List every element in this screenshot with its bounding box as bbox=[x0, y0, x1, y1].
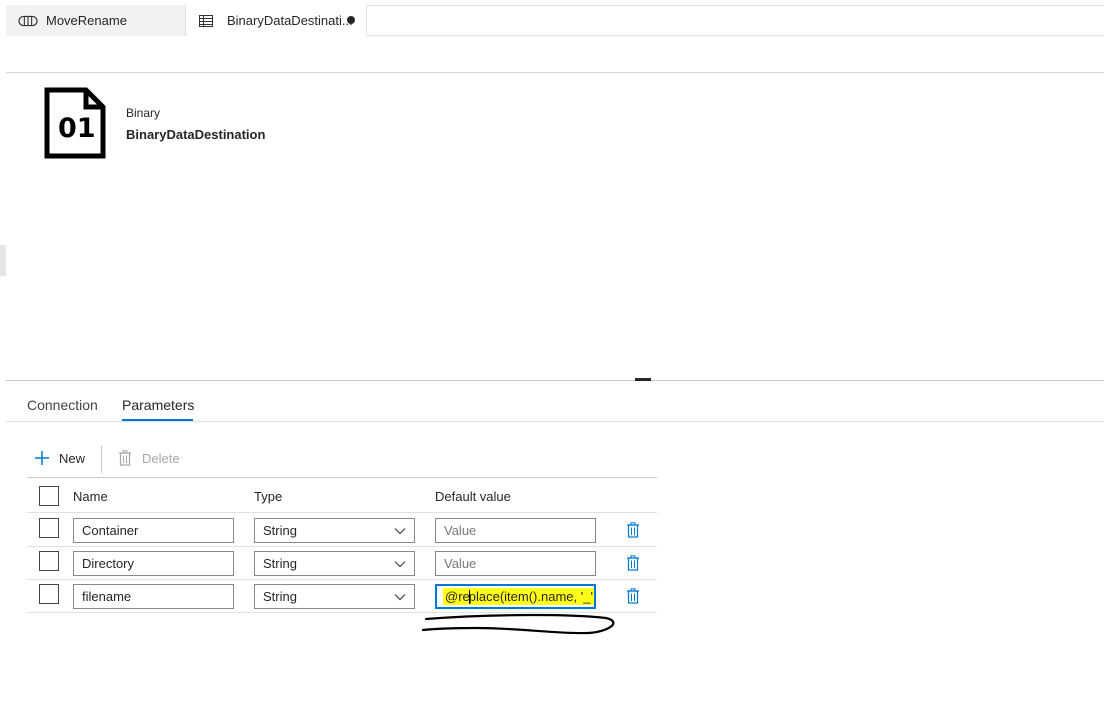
param-type-value: String bbox=[263, 523, 297, 538]
param-default-input-focused[interactable]: @replace(item().name, '_' bbox=[435, 584, 596, 609]
param-name-value: Directory bbox=[82, 556, 135, 571]
hand-drawn-underline bbox=[421, 613, 615, 635]
trash-icon bbox=[627, 555, 639, 571]
toolbar-divider bbox=[6, 72, 1104, 73]
param-name-input[interactable]: filename bbox=[73, 584, 234, 609]
expression-before-caret: @re bbox=[445, 588, 470, 604]
unsaved-indicator-icon bbox=[347, 16, 355, 24]
trash-icon bbox=[118, 450, 132, 466]
param-default-input[interactable]: Value bbox=[435, 551, 596, 576]
splitter-handle-icon[interactable] bbox=[635, 378, 651, 381]
param-default-placeholder: Value bbox=[444, 523, 477, 538]
tab-connection[interactable]: Connection bbox=[27, 397, 98, 413]
pipeline-icon bbox=[18, 14, 38, 28]
delete-button[interactable]: Delete bbox=[118, 450, 180, 466]
dataset-type: Binary bbox=[126, 106, 161, 120]
toolbar-separator bbox=[101, 446, 102, 473]
tab-moverename[interactable]: MoveRename bbox=[6, 5, 186, 36]
row-delete-button[interactable] bbox=[626, 588, 640, 609]
param-type-select[interactable]: String bbox=[254, 518, 415, 543]
tabs-divider bbox=[6, 421, 1104, 422]
dataset-name: BinaryDataDestination bbox=[126, 127, 266, 142]
table-icon bbox=[199, 14, 219, 28]
tab-label: BinaryDataDestinati... bbox=[227, 13, 353, 28]
column-header-default-value: Default value bbox=[435, 489, 511, 504]
new-button[interactable]: New bbox=[34, 450, 85, 466]
chevron-down-icon bbox=[394, 527, 406, 534]
param-default-expression: @replace(item().name, '_' bbox=[443, 587, 594, 606]
row-checkbox[interactable] bbox=[39, 584, 59, 604]
row-checkbox[interactable] bbox=[39, 518, 59, 538]
trash-icon bbox=[627, 588, 639, 604]
tab-bar-empty-area bbox=[366, 5, 1104, 36]
param-name-input[interactable]: Container bbox=[73, 518, 234, 543]
row-border bbox=[27, 579, 657, 580]
delete-button-label: Delete bbox=[142, 450, 180, 466]
tab-parameters[interactable]: Parameters bbox=[122, 397, 194, 413]
row-delete-button[interactable] bbox=[626, 555, 640, 576]
param-type-select[interactable]: String bbox=[254, 584, 415, 609]
row-checkbox[interactable] bbox=[39, 551, 59, 571]
tab-binarydatadestination[interactable]: BinaryDataDestinati... bbox=[187, 5, 367, 37]
table-top-border bbox=[27, 477, 657, 478]
param-type-value: String bbox=[263, 556, 297, 571]
binary-file-icon: 01 bbox=[44, 87, 106, 159]
param-name-value: Container bbox=[82, 523, 139, 538]
column-header-type: Type bbox=[254, 489, 283, 504]
row-delete-button[interactable] bbox=[626, 522, 640, 543]
tab-label: MoveRename bbox=[46, 13, 127, 28]
chevron-down-icon bbox=[394, 593, 406, 600]
chevron-down-icon bbox=[394, 560, 406, 567]
panel-splitter[interactable] bbox=[6, 380, 1104, 381]
param-name-value: filename bbox=[82, 589, 132, 604]
param-default-input[interactable]: Value bbox=[435, 518, 596, 543]
expression-after-caret: place(item().name, '_' bbox=[468, 588, 593, 604]
param-type-select[interactable]: String bbox=[254, 551, 415, 576]
header-row-border bbox=[27, 512, 657, 513]
trash-icon bbox=[627, 522, 639, 538]
row-border bbox=[27, 546, 657, 547]
column-header-name: Name bbox=[73, 489, 108, 504]
plus-icon bbox=[34, 450, 50, 466]
select-all-checkbox[interactable] bbox=[39, 486, 59, 506]
param-type-value: String bbox=[263, 589, 297, 604]
new-button-label: New bbox=[59, 450, 86, 466]
param-name-input[interactable]: Directory bbox=[73, 551, 234, 576]
left-panel-edge bbox=[0, 245, 6, 276]
binary-icon-text: 01 bbox=[58, 113, 96, 144]
param-default-placeholder: Value bbox=[444, 556, 477, 571]
